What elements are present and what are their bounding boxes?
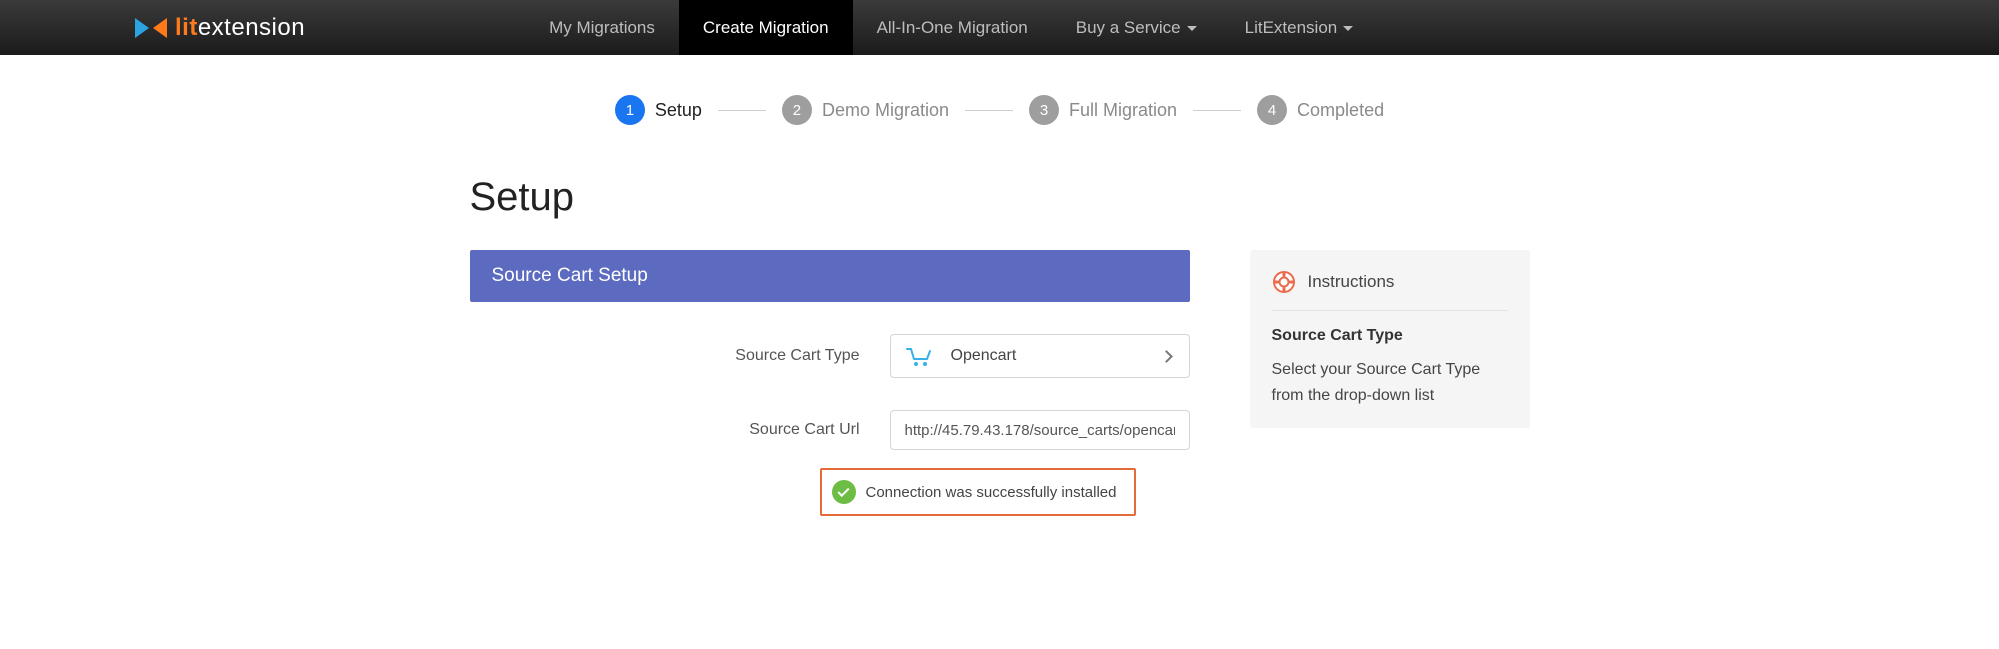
source-cart-url-label: Source Cart Url xyxy=(470,421,860,439)
step-divider xyxy=(718,110,766,111)
progress-stepper: 1 Setup 2 Demo Migration 3 Full Migratio… xyxy=(470,95,1530,125)
top-navbar: litextension My Migrations Create Migrat… xyxy=(0,0,1999,55)
nav-all-in-one[interactable]: All-In-One Migration xyxy=(853,0,1052,55)
source-cart-type-label: Source Cart Type xyxy=(470,347,860,365)
connection-status-text: Connection was successfully installed xyxy=(866,484,1117,501)
step-full-migration[interactable]: 3 Full Migration xyxy=(1029,95,1177,125)
step-divider xyxy=(1193,110,1241,111)
nav-my-migrations[interactable]: My Migrations xyxy=(525,0,679,55)
source-cart-url-input[interactable] xyxy=(890,410,1190,450)
instructions-title: Instructions xyxy=(1308,272,1395,292)
connection-status: Connection was successfully installed xyxy=(820,468,1137,516)
step-completed[interactable]: 4 Completed xyxy=(1257,95,1384,125)
life-ring-icon xyxy=(1272,270,1296,294)
instructions-panel: Instructions Source Cart Type Select you… xyxy=(1250,250,1530,428)
instructions-subtitle: Source Cart Type xyxy=(1272,327,1508,345)
logo[interactable]: litextension xyxy=(135,14,305,42)
caret-down-icon xyxy=(1187,26,1197,31)
source-cart-type-select[interactable]: Opencart xyxy=(890,334,1190,378)
step-setup[interactable]: 1 Setup xyxy=(615,95,702,125)
step-demo-migration[interactable]: 2 Demo Migration xyxy=(782,95,949,125)
page-title: Setup xyxy=(470,175,1530,220)
caret-down-icon xyxy=(1343,26,1353,31)
cart-icon xyxy=(905,345,933,367)
nav-buy-service[interactable]: Buy a Service xyxy=(1052,0,1221,55)
check-icon xyxy=(832,480,856,504)
step-divider xyxy=(965,110,1013,111)
nav-create-migration[interactable]: Create Migration xyxy=(679,0,853,55)
source-cart-type-value: Opencart xyxy=(951,347,1144,365)
logo-text: litextension xyxy=(175,14,305,42)
logo-icon xyxy=(135,16,167,40)
nav-brand-menu[interactable]: LitExtension xyxy=(1221,0,1378,55)
panel-header: Source Cart Setup xyxy=(470,250,1190,302)
chevron-right-icon xyxy=(1160,350,1173,363)
instructions-body: Select your Source Cart Type from the dr… xyxy=(1272,357,1508,408)
